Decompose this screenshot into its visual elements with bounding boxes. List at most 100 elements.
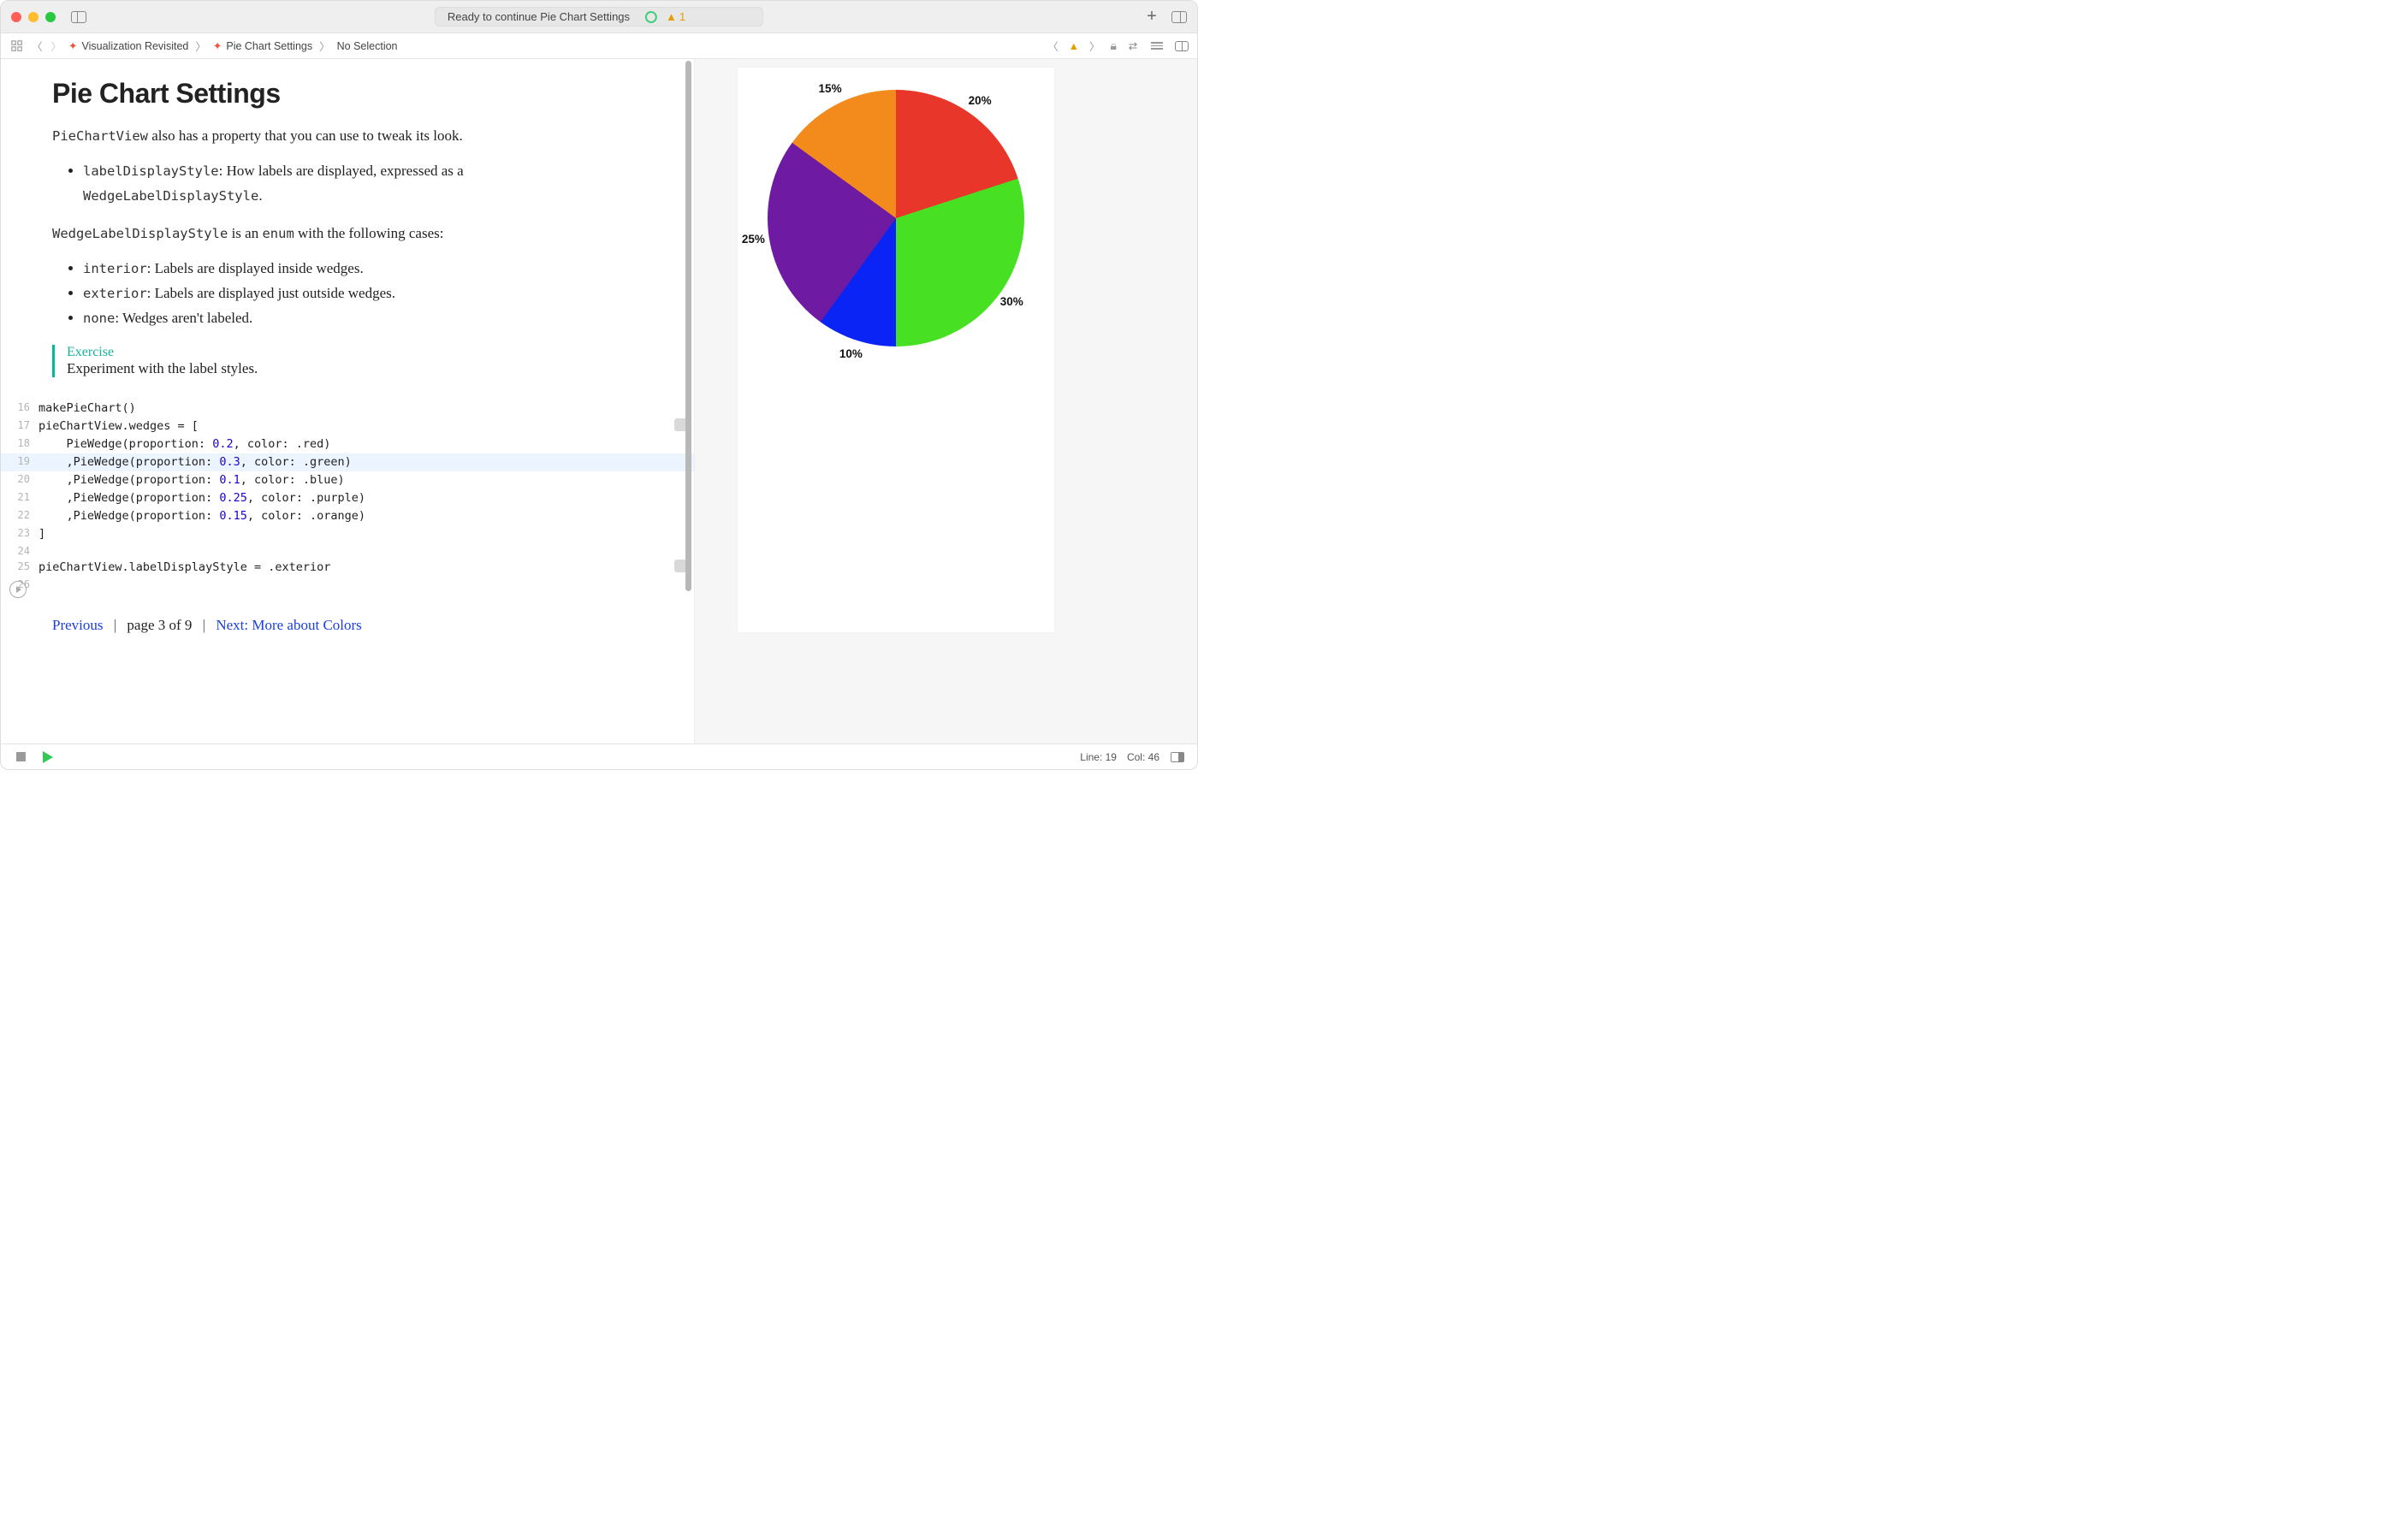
code-inline: exterior xyxy=(83,286,147,301)
line-number: 25 xyxy=(1,559,39,577)
code-inline: interior xyxy=(83,261,147,276)
pie-slice-label: 25% xyxy=(742,233,765,246)
play-icon xyxy=(43,751,53,763)
breadcrumb-project[interactable]: ✦ Visualization Revisited xyxy=(68,39,188,52)
line-number: 17 xyxy=(1,418,39,435)
pie-slice-label: 30% xyxy=(1000,295,1023,308)
code-text: makePieChart() xyxy=(39,400,694,418)
list-item: exterior: Labels are displayed just outs… xyxy=(83,281,643,306)
list-item: interior: Labels are displayed inside we… xyxy=(83,257,643,281)
breadcrumb-project-label: Visualization Revisited xyxy=(82,40,189,52)
adjust-editor-options-button[interactable] xyxy=(1149,38,1165,54)
code-line[interactable]: 23] xyxy=(1,525,694,543)
grid-icon xyxy=(11,40,23,52)
close-window-button[interactable] xyxy=(11,12,21,22)
stop-button[interactable] xyxy=(13,749,28,765)
warning-count: 1 xyxy=(679,10,685,23)
issue-nav-back[interactable]: 〈 xyxy=(1046,38,1060,54)
live-view-canvas: 20% 30% 10% 25% 15% xyxy=(738,68,1054,632)
list-item: labelDisplayStyle: How labels are displa… xyxy=(83,159,643,209)
line-number: 16 xyxy=(1,400,39,418)
zoom-window-button[interactable] xyxy=(45,12,56,22)
code-line[interactable]: 26 xyxy=(1,577,694,593)
code-inline: PieChartView xyxy=(52,128,148,144)
code-line[interactable]: 17pieChartView.wedges = [ xyxy=(1,418,694,435)
pie-slice-label: 15% xyxy=(819,82,842,95)
nav-back-button[interactable]: 〈 xyxy=(30,38,44,54)
code-line[interactable]: 24 xyxy=(1,543,694,560)
code-inline: enum xyxy=(262,226,294,241)
editor-pane[interactable]: Pie Chart Settings PieChartView also has… xyxy=(1,59,695,743)
line-number: 23 xyxy=(1,525,39,543)
related-items-button[interactable] xyxy=(9,38,25,54)
pie-slice-label: 20% xyxy=(969,94,992,107)
lock-icon[interactable]: 🔒︎ xyxy=(1111,38,1117,53)
minimize-window-button[interactable] xyxy=(28,12,39,22)
breadcrumb-file[interactable]: ✦ Pie Chart Settings xyxy=(213,39,312,52)
status-text: Ready to continue Pie Chart Settings xyxy=(448,10,630,23)
chevron-right-icon: 〉 xyxy=(193,38,208,54)
list-item: none: Wedges aren't labeled. xyxy=(83,306,643,331)
scrollbar-thumb[interactable] xyxy=(685,61,691,591)
live-view-pane: 20% 30% 10% 25% 15% xyxy=(695,59,1197,743)
exercise-text: Experiment with the label styles. xyxy=(67,360,643,377)
line-number: 20 xyxy=(1,471,39,489)
toggle-left-sidebar-button[interactable] xyxy=(71,9,86,25)
code-text: ,PieWedge(proportion: 0.15, color: .oran… xyxy=(39,507,694,525)
exercise-label: Exercise xyxy=(67,345,643,360)
code-inline: labelDisplayStyle xyxy=(83,163,219,179)
activity-status-bar[interactable]: Ready to continue Pie Chart Settings ▲ 1 xyxy=(435,7,763,27)
editor-scrollbar[interactable] xyxy=(682,59,694,743)
toggle-debug-area-button[interactable] xyxy=(1170,749,1185,765)
code-line[interactable]: 18 PieWedge(proportion: 0.2, color: .red… xyxy=(1,435,694,453)
warning-triangle-icon: ▲ xyxy=(666,10,677,23)
cursor-line: Line: 19 xyxy=(1080,751,1117,763)
lines-icon xyxy=(1151,40,1163,51)
page-indicator: page 3 of 9 xyxy=(127,617,192,633)
issue-nav-forward[interactable]: 〉 xyxy=(1088,38,1102,54)
warning-indicator[interactable]: ▲ 1 xyxy=(666,10,685,23)
code-inline: WedgeLabelDisplayStyle xyxy=(52,226,228,241)
breadcrumb-selection[interactable]: No Selection xyxy=(337,40,398,52)
pie-chart: 20%30%10%25%15% xyxy=(768,90,1024,346)
play-button[interactable] xyxy=(40,749,56,765)
main-split: Pie Chart Settings PieChartView also has… xyxy=(1,59,1197,743)
toggle-right-sidebar-button[interactable] xyxy=(1171,9,1187,25)
window-titlebar: Ready to continue Pie Chart Settings ▲ 1… xyxy=(1,1,1197,33)
pie-chart-graphic xyxy=(768,90,1024,346)
previous-link[interactable]: Previous xyxy=(52,617,104,633)
code-line[interactable]: 19 ,PieWedge(proportion: 0.3, color: .gr… xyxy=(1,453,694,471)
line-number: 22 xyxy=(1,507,39,525)
code-line[interactable]: 22 ,PieWedge(proportion: 0.15, color: .o… xyxy=(1,507,694,525)
sidebar-right-icon xyxy=(1175,41,1189,51)
debug-bar: Line: 19 Col: 46 xyxy=(1,743,1197,769)
swift-icon: ✦ xyxy=(213,39,222,52)
code-text: ,PieWedge(proportion: 0.25, color: .purp… xyxy=(39,489,694,507)
code-text: ,PieWedge(proportion: 0.3, color: .green… xyxy=(39,453,694,471)
warning-triangle-icon[interactable]: ▲ xyxy=(1069,40,1079,52)
add-button[interactable]: + xyxy=(1144,9,1159,25)
breadcrumb-selection-label: No Selection xyxy=(337,40,398,52)
line-number: 21 xyxy=(1,489,39,507)
playground-prose: Pie Chart Settings PieChartView also has… xyxy=(1,59,694,393)
toggle-inspector-button[interactable] xyxy=(1173,38,1189,54)
refresh-button[interactable]: ⇄ xyxy=(1125,38,1141,54)
play-circle-icon xyxy=(9,581,27,598)
nav-forward-button[interactable]: 〉 xyxy=(50,38,64,54)
code-line[interactable]: 25pieChartView.labelDisplayStyle = .exte… xyxy=(1,559,694,577)
panel-icon xyxy=(1171,752,1184,762)
code-line[interactable]: 20 ,PieWedge(proportion: 0.1, color: .bl… xyxy=(1,471,694,489)
run-playground-button[interactable] xyxy=(9,581,28,598)
code-line[interactable]: 21 ,PieWedge(proportion: 0.25, color: .p… xyxy=(1,489,694,507)
stop-icon xyxy=(16,752,26,761)
paragraph: PieChartView also has a property that yo… xyxy=(52,125,643,147)
code-text: pieChartView.labelDisplayStyle = .exteri… xyxy=(39,559,694,577)
page-title: Pie Chart Settings xyxy=(52,78,643,110)
code-line[interactable]: 16makePieChart() xyxy=(1,400,694,418)
line-number: 24 xyxy=(1,543,39,560)
code-text xyxy=(39,577,694,593)
code-editor[interactable]: 16makePieChart()17pieChartView.wedges = … xyxy=(1,393,694,599)
pie-slice-label: 10% xyxy=(839,347,863,360)
cursor-col: Col: 46 xyxy=(1127,751,1159,763)
next-link[interactable]: Next: More about Colors xyxy=(216,617,361,633)
